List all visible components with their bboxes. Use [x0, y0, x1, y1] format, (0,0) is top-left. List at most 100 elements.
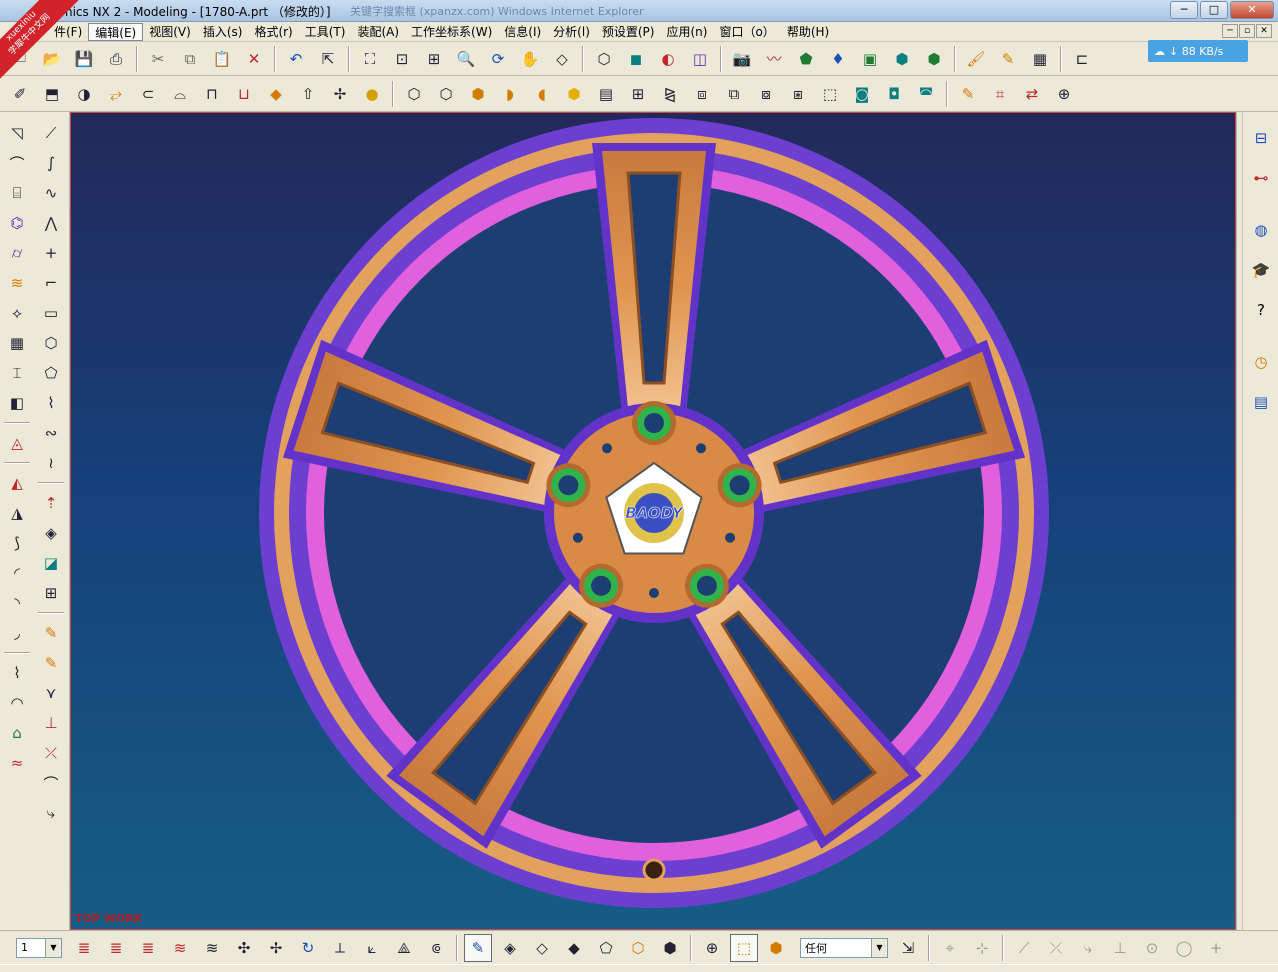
wcs-orient-button[interactable]: ⟂	[326, 934, 354, 962]
close-button[interactable]: ✕	[1230, 1, 1274, 19]
layer-visible-button[interactable]: ≣	[102, 934, 130, 962]
section-surface-button[interactable]: ⌭	[4, 240, 30, 266]
cut-button[interactable]: ✂	[144, 45, 172, 73]
print-button[interactable]: ⎙	[102, 45, 130, 73]
rectangle-button[interactable]: ▭	[38, 300, 64, 326]
datum-plane-button[interactable]: ⇧	[294, 80, 322, 108]
x-form-button[interactable]: ◜	[4, 560, 30, 586]
curve-tool-button[interactable]: ⤷	[1074, 934, 1102, 962]
undo-button[interactable]: ↶	[282, 45, 310, 73]
curve-analysis-button[interactable]: 〰	[760, 45, 788, 73]
helix-button[interactable]: ⌇	[38, 390, 64, 416]
menu-item[interactable]: 帮助(H)	[781, 23, 835, 41]
highlight-button[interactable]: ✎	[994, 45, 1022, 73]
offset-surface-button[interactable]: ⟡	[4, 300, 30, 326]
zoom-box-button[interactable]: ⊞	[420, 45, 448, 73]
select-bodies-button[interactable]: ◆	[560, 934, 588, 962]
line-button[interactable]: ∫	[38, 150, 64, 176]
save-button[interactable]: 💾	[70, 45, 98, 73]
extension-button[interactable]: ◧	[4, 390, 30, 416]
soft-blend-button[interactable]: ◠	[4, 690, 30, 716]
wcs-display-button[interactable]: ⟁	[390, 934, 418, 962]
paste-button[interactable]: 📋	[208, 45, 236, 73]
from-point-cloud-button[interactable]: ▦	[4, 330, 30, 356]
lighting-button[interactable]: ♦	[824, 45, 852, 73]
training-button[interactable]: 🎓	[1248, 255, 1274, 285]
grid-button[interactable]: ▦	[1026, 45, 1054, 73]
measure-button[interactable]: ⊏	[1068, 45, 1096, 73]
history-button[interactable]: ◷	[1248, 347, 1274, 377]
replace-feature-button[interactable]: ⌗	[986, 80, 1014, 108]
fit-view-button[interactable]: ⛶	[356, 45, 384, 73]
layer-category-button[interactable]: ≋	[198, 934, 226, 962]
menu-item[interactable]: 装配(A)	[351, 23, 405, 41]
arc-tool-button[interactable]: ⤫	[1042, 934, 1070, 962]
sphere-button[interactable]: ◗	[496, 80, 524, 108]
circle-tool-button[interactable]: ◯	[1170, 934, 1198, 962]
chamfer-button[interactable]: ⬢	[560, 80, 588, 108]
menu-item[interactable]: 视图(V)	[143, 23, 197, 41]
chevron-down-icon[interactable]: ▼	[45, 938, 61, 957]
swept-surface-button[interactable]: ⌬	[4, 210, 30, 236]
render-style-button[interactable]: ◐	[654, 45, 682, 73]
select-cursor-button[interactable]: ⇱	[314, 45, 342, 73]
resource-bar-handle[interactable]	[1237, 112, 1243, 930]
snap-filter-button[interactable]: ⬚	[730, 933, 758, 962]
zoom-window-button[interactable]: ⊡	[388, 45, 416, 73]
menu-item[interactable]: 件(F)	[48, 23, 88, 41]
menu-item[interactable]: 分析(l)	[547, 23, 596, 41]
face-blend-button[interactable]: ⌇	[4, 660, 30, 686]
shell-button[interactable]: ▤	[592, 80, 620, 108]
iso-trim-button[interactable]: ◞	[4, 620, 30, 646]
datum-csys-button[interactable]: ●	[358, 80, 386, 108]
text-curve-button[interactable]: ≀	[38, 450, 64, 476]
perpendicular-tool-button[interactable]: ⊥	[1106, 934, 1134, 962]
law-extension-button[interactable]: ◭	[4, 470, 30, 496]
new-file-button[interactable]: 🗋	[6, 45, 34, 73]
open-folder-button[interactable]: 📂	[38, 45, 66, 73]
combined-curve-button[interactable]: ⊞	[38, 580, 64, 606]
selection-filter-select[interactable]: 任何 ▼	[800, 937, 888, 958]
render-cube-button[interactable]: ⬢	[920, 45, 948, 73]
maximize-button[interactable]: □	[1200, 1, 1228, 19]
point-set-button[interactable]: +	[38, 240, 64, 266]
project-curve-button[interactable]: ◪	[38, 550, 64, 576]
section-curve-button[interactable]: ✎	[38, 650, 64, 676]
part-navigator-button[interactable]: ⊷	[1248, 163, 1274, 193]
help-button[interactable]: ?	[1248, 295, 1274, 325]
doc-close-button[interactable]: ✕	[1256, 24, 1272, 38]
ellipse-button[interactable]: ⬠	[38, 360, 64, 386]
divide-curve-button[interactable]: ⤫	[38, 740, 64, 766]
tube-button[interactable]: ⊂	[134, 80, 162, 108]
studio-spline-button[interactable]: ⋀	[38, 210, 64, 236]
snap-mid-button[interactable]: ⊹	[968, 934, 996, 962]
move-to-layer-button[interactable]: ≣	[134, 934, 162, 962]
select-faces-button[interactable]: ◈	[496, 934, 524, 962]
wcs-set-button[interactable]: ⟀	[358, 934, 386, 962]
menu-item[interactable]: 窗口（o）	[713, 23, 780, 41]
chevron-down-icon[interactable]: ▼	[871, 938, 887, 957]
blend-edge-button[interactable]: ◖	[528, 80, 556, 108]
subtract-button[interactable]: ◙	[848, 80, 876, 108]
hole-button[interactable]: ⌓	[166, 80, 194, 108]
through-curves-button[interactable]: ◹	[4, 120, 30, 146]
snap-cube-button[interactable]: ⬢	[762, 934, 790, 962]
select-sheet-button[interactable]: ⬡	[624, 934, 652, 962]
menu-item[interactable]: 信息(I)	[498, 23, 547, 41]
polygon-button[interactable]: ⬡	[38, 330, 64, 356]
trim-curve-button[interactable]: ⊥	[38, 710, 64, 736]
intersect-button[interactable]: ◘	[880, 80, 908, 108]
split-body-button[interactable]: ⧉	[720, 80, 748, 108]
spline-button[interactable]: ∿	[38, 180, 64, 206]
mesh-surface-button[interactable]: ⌸	[4, 180, 30, 206]
wcs-rotate-button[interactable]: ↻	[294, 934, 322, 962]
offset-face-button[interactable]: ⧇	[752, 80, 780, 108]
mirror-button[interactable]: ⧎	[656, 80, 684, 108]
pattern-button[interactable]: ⊞	[624, 80, 652, 108]
revolve-button[interactable]: ◑	[70, 80, 98, 108]
quilt-button[interactable]: ◬	[4, 430, 30, 456]
layer-button[interactable]: ◫	[686, 45, 714, 73]
render-box-button[interactable]: ⬢	[888, 45, 916, 73]
center-tool-button[interactable]: ⊙	[1138, 934, 1166, 962]
brush-button[interactable]: 🖌	[962, 45, 990, 73]
